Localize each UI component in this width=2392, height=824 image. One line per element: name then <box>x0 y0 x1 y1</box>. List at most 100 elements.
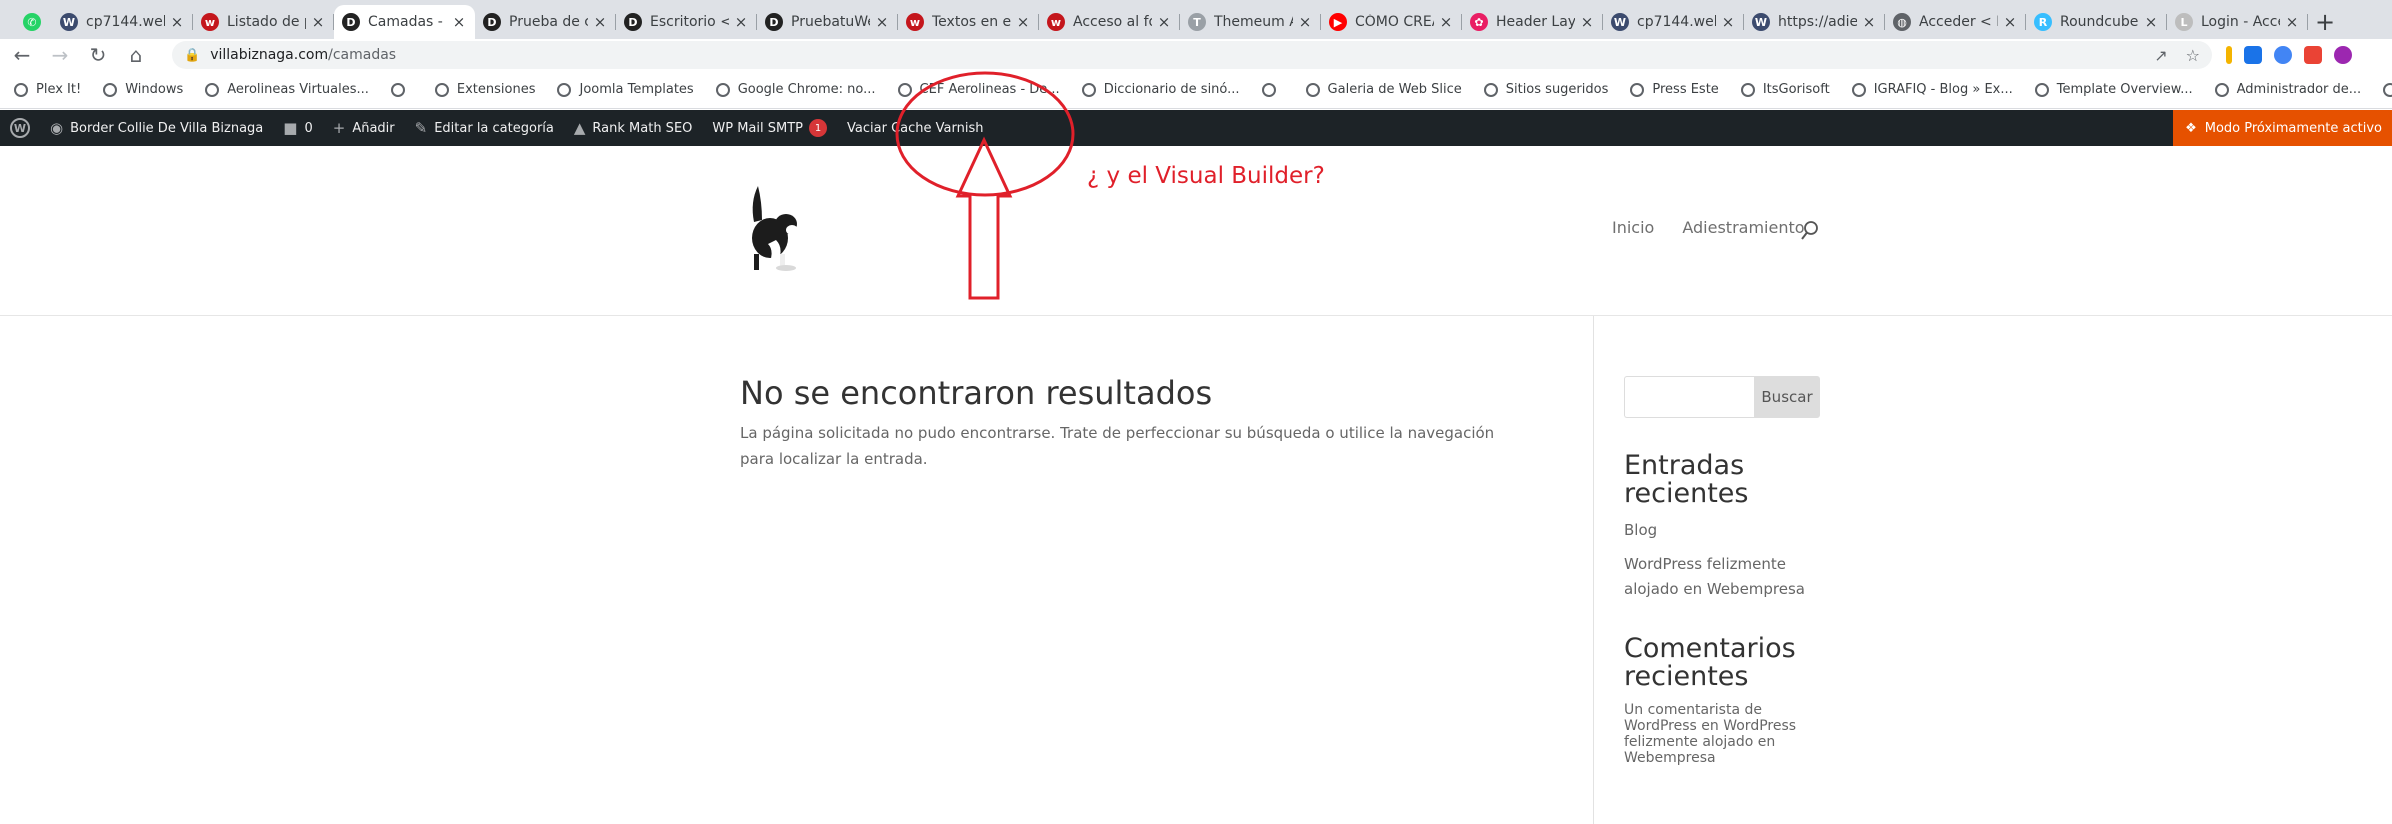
webempresa-icon: w <box>201 13 219 31</box>
varnish-purge-link[interactable]: Vaciar Cache Varnish <box>837 110 993 146</box>
sidebar-search-input[interactable] <box>1624 376 1754 418</box>
bookmark-star-icon[interactable]: ☆ <box>2186 46 2200 65</box>
globe-icon <box>557 82 572 97</box>
browser-tab[interactable]: R Roundcube W× <box>2026 5 2167 39</box>
extension-icon-1[interactable] <box>2226 46 2232 64</box>
globe-icon <box>1483 82 1498 97</box>
close-tab-icon[interactable]: × <box>1297 13 1313 31</box>
bookmark-item[interactable]: ItsGorisoft <box>1740 82 1830 97</box>
bookmark-item[interactable]: Sitios sugeridos <box>1483 82 1609 97</box>
globe-icon: ◍ <box>1893 13 1911 31</box>
close-tab-icon[interactable]: × <box>1156 13 1172 31</box>
wp-mail-smtp-menu[interactable]: WP Mail SMTP 1 <box>702 110 837 146</box>
close-tab-icon[interactable]: × <box>169 13 185 31</box>
browser-tab[interactable]: w Listado de pro× <box>193 5 334 39</box>
close-tab-icon[interactable]: × <box>874 13 890 31</box>
site-name-menu[interactable]: ◉ Border Collie De Villa Biznaga <box>40 110 273 146</box>
close-tab-icon[interactable]: × <box>1438 13 1454 31</box>
page-title: No se encontraron resultados <box>740 374 1213 412</box>
browser-tab[interactable]: Whttps://adiest× <box>1744 5 1885 39</box>
browser-tab[interactable]: D Prueba de car× <box>475 5 616 39</box>
browser-tab[interactable]: ✿ Header Layout× <box>1462 5 1603 39</box>
bookmark-label: Sitios sugeridos <box>1505 82 1609 97</box>
globe-icon <box>1261 82 1276 97</box>
wp-logo-menu[interactable]: W <box>0 110 40 146</box>
home-button[interactable]: ⌂ <box>120 39 152 71</box>
bookmark-item[interactable] <box>390 82 413 97</box>
tab-title: Camadas - Bo <box>368 14 447 30</box>
bookmark-item[interactable]: Windows <box>103 82 183 97</box>
bookmark-item[interactable]: CEF Aerolineas - De... <box>897 82 1060 97</box>
close-tab-icon[interactable]: × <box>1579 13 1595 31</box>
browser-tab[interactable]: L Login - Access× <box>2167 5 2308 39</box>
browser-tab[interactable]: Wcp7144.weben× <box>52 5 193 39</box>
browser-toolbar: ← → ↻ ⌂ 🔒 villabiznaga.com/camadas ↗ ☆ <box>0 39 2392 71</box>
close-tab-icon[interactable]: × <box>592 13 608 31</box>
bookmark-item[interactable]: Google - Mira lo qu... <box>2383 82 2392 97</box>
bookmark-item[interactable]: Joomla Templates <box>557 82 694 97</box>
bookmark-item[interactable]: Galeria de Web Slice <box>1305 82 1462 97</box>
nav-item-inicio[interactable]: Inicio <box>1612 218 1654 237</box>
extension-icon-5[interactable] <box>2334 46 2352 64</box>
bookmark-item[interactable]: Google Chrome: no... <box>715 82 876 97</box>
close-tab-icon[interactable]: × <box>2143 13 2159 31</box>
bookmark-item[interactable]: Template Overview... <box>2034 82 2193 97</box>
tab-title: Header Layout <box>1496 14 1575 30</box>
coming-soon-mode-indicator[interactable]: ❖ Modo Próximamente activo <box>2173 110 2392 146</box>
main-navigation: Inicio Adiestramiento <box>1612 218 1805 237</box>
add-new-menu[interactable]: + Añadir <box>323 110 405 146</box>
bookmark-item[interactable]: Press Este <box>1630 82 1719 97</box>
back-button[interactable]: ← <box>6 39 38 71</box>
nav-item-adiestramiento[interactable]: Adiestramiento <box>1682 218 1804 237</box>
browser-tab[interactable]: T Themeum Acc× <box>1180 5 1321 39</box>
bookmark-item[interactable] <box>1261 82 1284 97</box>
bookmark-label: Galeria de Web Slice <box>1327 82 1462 97</box>
flower-icon: ✿ <box>1470 13 1488 31</box>
bookmark-item[interactable]: Diccionario de sinó... <box>1081 82 1240 97</box>
bookmark-item[interactable]: Extensiones <box>434 82 535 97</box>
browser-tab[interactable]: ✆ <box>12 5 52 39</box>
edit-category-link[interactable]: ✎ Editar la categoría <box>405 110 564 146</box>
dashboard-icon: ◉ <box>50 119 64 137</box>
bookmark-item[interactable]: Plex It! <box>14 82 81 97</box>
recent-post-link[interactable]: WordPress felizmente alojado en Webempre… <box>1624 552 1824 602</box>
close-tab-icon[interactable]: × <box>733 13 749 31</box>
close-tab-icon[interactable]: × <box>310 13 326 31</box>
globe-icon <box>2214 82 2229 97</box>
browser-tab[interactable]: ▶ CÓMO CREAR× <box>1321 5 1462 39</box>
rank-math-menu[interactable]: ▲ Rank Math SEO <box>564 110 703 146</box>
bookmark-item[interactable]: IGRAFIQ - Blog » Ex... <box>1851 82 2013 97</box>
close-tab-icon[interactable]: × <box>1015 13 1031 31</box>
reload-button[interactable]: ↻ <box>82 39 114 71</box>
sidebar-search-button[interactable]: Buscar <box>1754 376 1820 418</box>
browser-tab[interactable]: D PruebatuWeb× <box>757 5 898 39</box>
bookmark-item[interactable]: Administrador de... <box>2214 82 2361 97</box>
bookmark-item[interactable]: Aerolineas Virtuales... <box>205 82 369 97</box>
site-logo[interactable] <box>740 182 808 274</box>
new-tab-button[interactable]: + <box>2308 5 2342 39</box>
bookmark-label: Press Este <box>1652 82 1719 97</box>
browser-tab[interactable]: w Acceso al foro× <box>1039 5 1180 39</box>
extension-icon-3[interactable] <box>2274 46 2292 64</box>
browser-tab[interactable]: Wcp7144.weben× <box>1603 5 1744 39</box>
close-tab-icon[interactable]: × <box>451 13 467 31</box>
browser-tab[interactable]: D Escritorio < Pr× <box>616 5 757 39</box>
wordpress-icon: W <box>1752 13 1770 31</box>
address-bar[interactable]: 🔒 villabiznaga.com/camadas ↗ ☆ <box>172 41 2212 69</box>
extension-icon-4[interactable] <box>2304 46 2322 64</box>
extension-icon-2[interactable] <box>2244 46 2262 64</box>
share-icon[interactable]: ↗ <box>2154 46 2167 65</box>
recent-comment-item[interactable]: Un comentarista de WordPress en WordPres… <box>1624 702 1809 766</box>
recent-post-link[interactable]: Blog <box>1624 518 1824 543</box>
browser-tab[interactable]: w Textos en edic× <box>898 5 1039 39</box>
wordpress-icon: W <box>60 13 78 31</box>
browser-tab[interactable]: ◍ Acceder < DM× <box>1885 5 2026 39</box>
comments-menu[interactable]: ■ 0 <box>273 110 322 146</box>
close-tab-icon[interactable]: × <box>2002 13 2018 31</box>
browser-tab[interactable]: D Camadas - Bo× <box>334 5 475 39</box>
close-tab-icon[interactable]: × <box>2284 13 2300 31</box>
forward-button[interactable]: → <box>44 39 76 71</box>
close-tab-icon[interactable]: × <box>1720 13 1736 31</box>
close-tab-icon[interactable]: × <box>1861 13 1877 31</box>
search-icon[interactable] <box>1800 220 1820 242</box>
